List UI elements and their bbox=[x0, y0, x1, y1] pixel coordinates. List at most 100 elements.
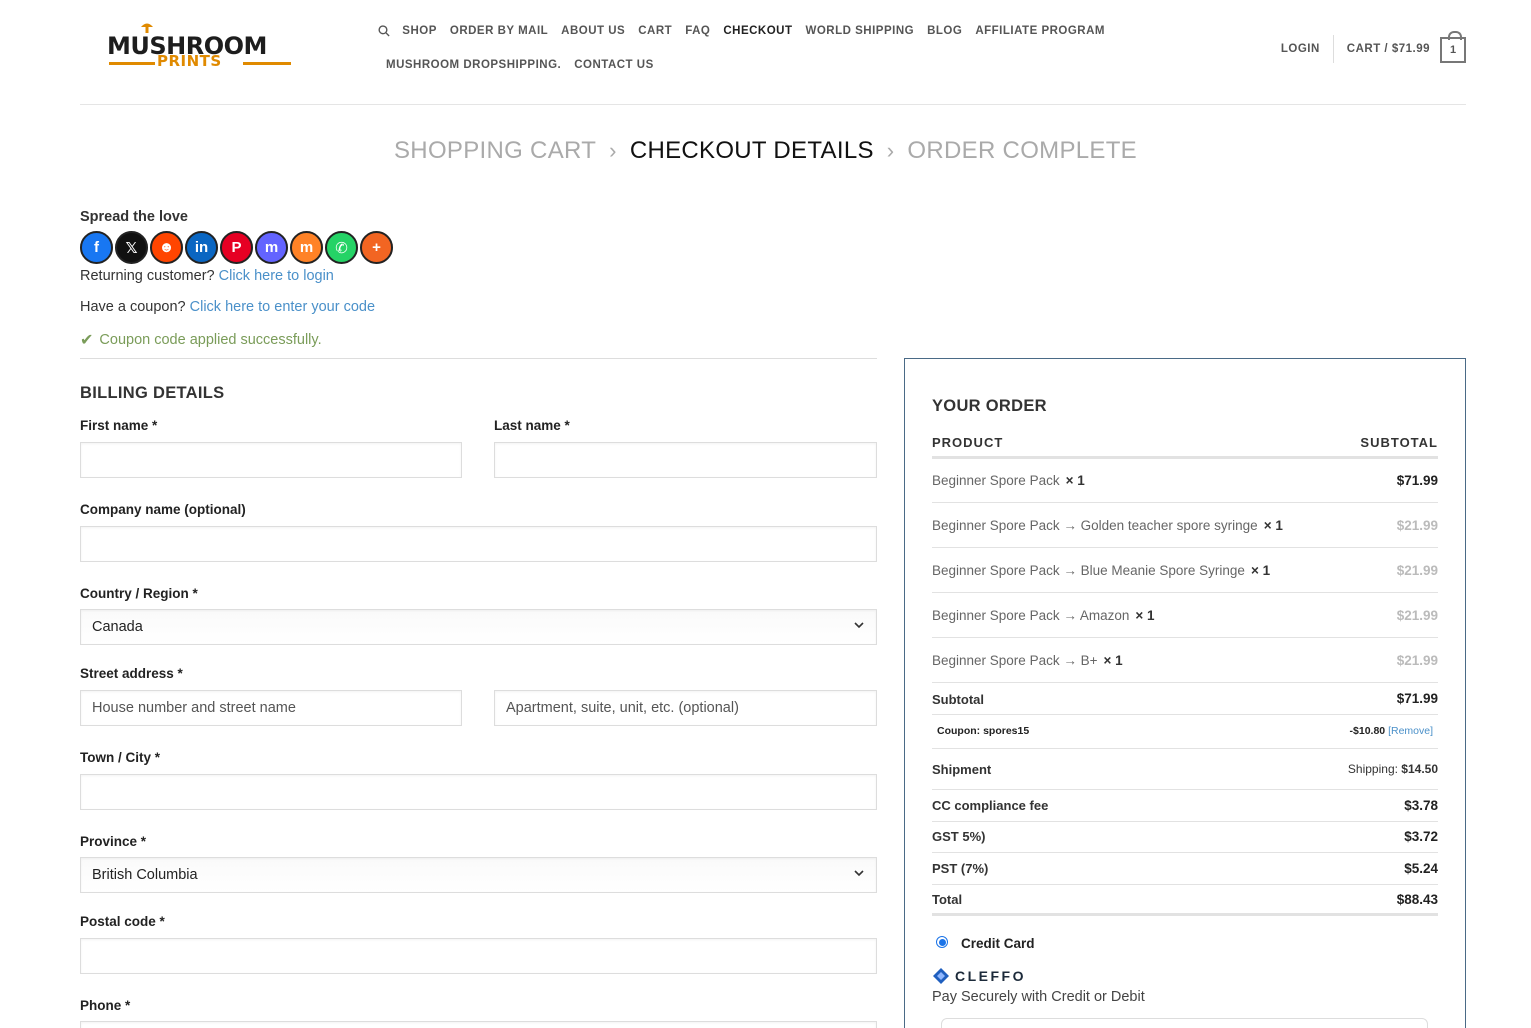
pay-securely-text: Pay Securely with Credit or Debit bbox=[932, 989, 1145, 1005]
row-divider bbox=[932, 502, 1438, 503]
pst-label: PST (7%) bbox=[932, 861, 989, 876]
nav-order-by-mail[interactable]: ORDER BY MAIL bbox=[450, 25, 548, 37]
product-column-header: PRODUCT bbox=[932, 435, 1004, 450]
main-nav: SHOP ORDER BY MAIL ABOUT US CART FAQ CHE… bbox=[378, 22, 1118, 71]
checkmark-icon: ✔ bbox=[80, 332, 94, 349]
nav-checkout[interactable]: CHECKOUT bbox=[723, 25, 792, 37]
login-link[interactable]: LOGIN bbox=[1281, 35, 1334, 63]
logo-underline-left bbox=[109, 62, 155, 65]
row-divider bbox=[932, 682, 1438, 683]
row-divider bbox=[932, 637, 1438, 638]
first-name-input[interactable] bbox=[80, 442, 462, 478]
share-title: Spread the love bbox=[80, 209, 188, 225]
item-price: $21.99 bbox=[1396, 653, 1438, 668]
site-logo[interactable]: MUSHROOM PRINTS bbox=[107, 20, 293, 72]
fee-value: $3.78 bbox=[1404, 798, 1438, 813]
facebook-icon[interactable]: f bbox=[80, 231, 113, 264]
table-row: Beginner Spore Pack × 1 bbox=[932, 473, 1085, 488]
apartment-input[interactable]: Apartment, suite, unit, etc. (optional) bbox=[494, 690, 877, 726]
postal-label: Postal code * bbox=[80, 914, 165, 929]
cleffo-logo: CLEFFO bbox=[932, 967, 1026, 985]
nav-affiliate-program[interactable]: AFFILIATE PROGRAM bbox=[975, 25, 1105, 37]
phone-input[interactable] bbox=[80, 1021, 877, 1028]
shipping-amount: $14.50 bbox=[1401, 762, 1438, 776]
table-header-divider bbox=[932, 456, 1438, 459]
table-row: Beginner Spore Pack → Amazon × 1 bbox=[932, 608, 1155, 623]
returning-customer-notice: Returning customer? Click here to login bbox=[80, 268, 334, 284]
cart-count-badge[interactable]: 1 bbox=[1440, 31, 1466, 63]
coupon-question: Have a coupon? bbox=[80, 299, 186, 315]
item-price: $71.99 bbox=[1396, 473, 1438, 488]
city-input[interactable] bbox=[80, 774, 877, 810]
item-name: Beginner Spore Pack → Amazon bbox=[932, 608, 1130, 623]
card-input-frame[interactable] bbox=[941, 1018, 1428, 1028]
mix-icon[interactable]: m bbox=[290, 231, 323, 264]
country-select[interactable]: Canada bbox=[80, 609, 877, 645]
step-checkout-details[interactable]: CHECKOUT DETAILS bbox=[630, 137, 874, 165]
remove-coupon-link[interactable]: [Remove] bbox=[1388, 725, 1433, 737]
coupon-success-message: ✔ Coupon code applied successfully. bbox=[80, 330, 322, 350]
header-cart-link[interactable]: CART / $71.99 bbox=[1347, 43, 1430, 55]
gst-value: $3.72 bbox=[1404, 829, 1438, 844]
row-divider bbox=[932, 821, 1438, 822]
gst-label: GST 5%) bbox=[932, 829, 986, 844]
chevron-down-icon bbox=[854, 622, 864, 629]
pst-value: $5.24 bbox=[1404, 861, 1438, 876]
coupon-discount: -$10.80 [Remove] bbox=[1350, 725, 1433, 737]
shipment-value: Shipping: $14.50 bbox=[1348, 762, 1438, 776]
nav-about-us[interactable]: ABOUT US bbox=[561, 25, 625, 37]
street-label: Street address * bbox=[80, 666, 183, 681]
mastodon-icon[interactable]: m bbox=[255, 231, 288, 264]
nav-blog[interactable]: BLOG bbox=[927, 25, 962, 37]
your-order-title: YOUR ORDER bbox=[932, 397, 1047, 415]
logo-underline-right bbox=[243, 62, 291, 65]
nav-faq[interactable]: FAQ bbox=[685, 25, 710, 37]
nav-cart[interactable]: CART bbox=[638, 25, 672, 37]
row-divider bbox=[932, 884, 1438, 885]
item-name: Beginner Spore Pack → Golden teacher spo… bbox=[932, 518, 1258, 533]
chevron-down-icon bbox=[854, 870, 864, 877]
credit-card-label[interactable]: Credit Card bbox=[961, 936, 1035, 951]
nav-shop[interactable]: SHOP bbox=[402, 25, 437, 37]
item-qty: × 1 bbox=[1103, 653, 1123, 668]
item-name: Beginner Spore Pack → B+ bbox=[932, 653, 1098, 668]
pinterest-icon[interactable]: P bbox=[220, 231, 253, 264]
row-divider bbox=[932, 789, 1438, 790]
whatsapp-icon[interactable]: ✆ bbox=[325, 231, 358, 264]
login-prompt-link[interactable]: Click here to login bbox=[219, 268, 334, 284]
table-row: Beginner Spore Pack → Golden teacher spo… bbox=[932, 518, 1283, 533]
province-select[interactable]: British Columbia bbox=[80, 857, 877, 893]
total-value: $88.43 bbox=[1396, 892, 1438, 907]
shipment-label: Shipment bbox=[932, 762, 992, 777]
apartment-placeholder: Apartment, suite, unit, etc. (optional) bbox=[506, 700, 739, 716]
x-icon[interactable]: 𝕏 bbox=[115, 231, 148, 264]
step-separator: › bbox=[886, 138, 895, 163]
postal-code-input[interactable] bbox=[80, 938, 877, 974]
item-price: $21.99 bbox=[1396, 608, 1438, 623]
credit-card-radio[interactable] bbox=[936, 936, 948, 948]
more-share-icon[interactable]: + bbox=[360, 231, 393, 264]
subtotal-column-header: SUBTOTAL bbox=[1360, 435, 1438, 450]
share-buttons: f 𝕏 ☻ in P m m ✆ + bbox=[80, 231, 395, 264]
subtotal-label: Subtotal bbox=[932, 692, 984, 707]
street-address-input[interactable]: House number and street name bbox=[80, 690, 462, 726]
row-divider bbox=[932, 547, 1438, 548]
header-divider bbox=[80, 104, 1466, 105]
nav-contact-us[interactable]: CONTACT US bbox=[574, 59, 654, 71]
step-shopping-cart[interactable]: SHOPPING CART bbox=[394, 137, 596, 165]
company-input[interactable] bbox=[80, 526, 877, 562]
province-label: Province * bbox=[80, 834, 147, 849]
table-row: Beginner Spore Pack → Blue Meanie Spore … bbox=[932, 563, 1270, 578]
linkedin-icon[interactable]: in bbox=[185, 231, 218, 264]
enter-coupon-link[interactable]: Click here to enter your code bbox=[190, 299, 375, 315]
last-name-input[interactable] bbox=[494, 442, 877, 478]
row-divider bbox=[932, 852, 1438, 853]
phone-label: Phone * bbox=[80, 998, 131, 1013]
search-icon[interactable] bbox=[378, 23, 390, 39]
notice-divider bbox=[80, 358, 877, 359]
first-name-label: First name * bbox=[80, 418, 158, 433]
nav-world-shipping[interactable]: WORLD SHIPPING bbox=[806, 25, 915, 37]
returning-text: Returning customer? bbox=[80, 268, 215, 284]
nav-mushroom-dropshipping[interactable]: MUSHROOM DROPSHIPPING. bbox=[386, 59, 561, 71]
reddit-icon[interactable]: ☻ bbox=[150, 231, 183, 264]
